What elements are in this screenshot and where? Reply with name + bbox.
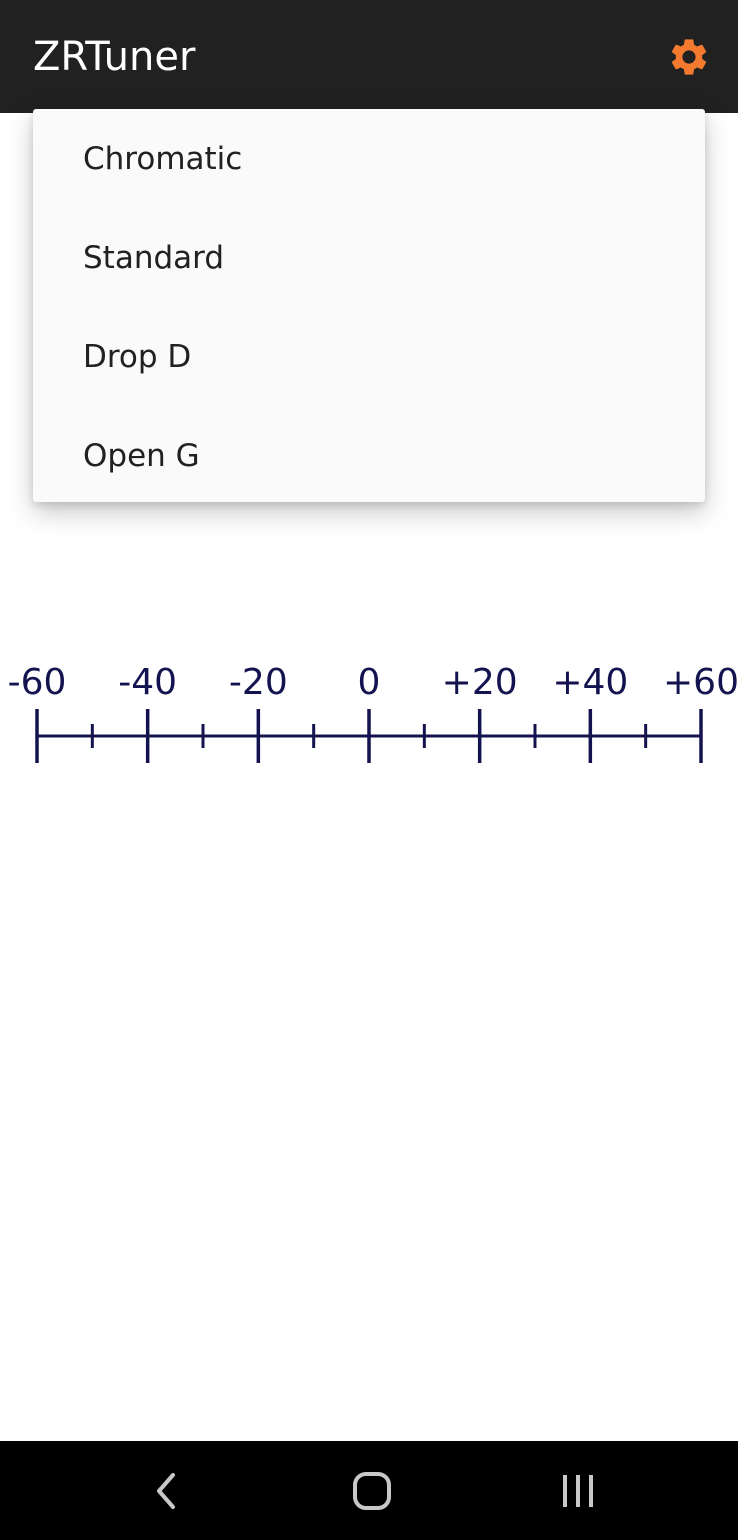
menu-item-drop-d[interactable]: Drop D bbox=[33, 307, 705, 406]
home-icon bbox=[353, 1472, 391, 1510]
scale-label: -60 bbox=[8, 662, 67, 703]
menu-item-label: Open G bbox=[83, 438, 200, 474]
menu-item-label: Chromatic bbox=[83, 141, 243, 177]
scale-label: -20 bbox=[229, 662, 288, 703]
back-chevron-icon bbox=[157, 1473, 175, 1509]
scale-label: +40 bbox=[552, 662, 628, 703]
scale-label: +60 bbox=[663, 662, 738, 703]
tuning-menu: Chromatic Standard Drop D Open G bbox=[33, 109, 705, 502]
menu-item-label: Standard bbox=[83, 240, 225, 276]
cents-scale: -60 -40 -20 0 +20 +40 +60 bbox=[0, 650, 738, 780]
app-title: ZRTuner bbox=[33, 34, 196, 80]
menu-item-standard[interactable]: Standard bbox=[33, 208, 705, 307]
system-nav-bar bbox=[0, 1441, 738, 1540]
menu-item-chromatic[interactable]: Chromatic bbox=[33, 109, 705, 208]
scale-label: +20 bbox=[442, 662, 518, 703]
gear-icon bbox=[671, 39, 707, 75]
recents-icon bbox=[563, 1475, 593, 1507]
nav-recents-button[interactable] bbox=[549, 1465, 609, 1517]
menu-item-open-g[interactable]: Open G bbox=[33, 406, 705, 505]
cents-scale-graphic: -60 -40 -20 0 +20 +40 +60 bbox=[8, 662, 738, 763]
scale-label: 0 bbox=[358, 662, 381, 703]
scale-label: -40 bbox=[118, 662, 177, 703]
nav-back-button[interactable] bbox=[136, 1465, 196, 1517]
settings-button[interactable] bbox=[664, 32, 714, 82]
tuner-screen: ZRTuner -60 -40 -20 0 +20 +40 +60 Chromatic St… bbox=[0, 0, 738, 1540]
nav-home-button[interactable] bbox=[342, 1465, 402, 1517]
menu-item-label: Drop D bbox=[83, 339, 192, 375]
app-bar: ZRTuner bbox=[0, 0, 738, 113]
